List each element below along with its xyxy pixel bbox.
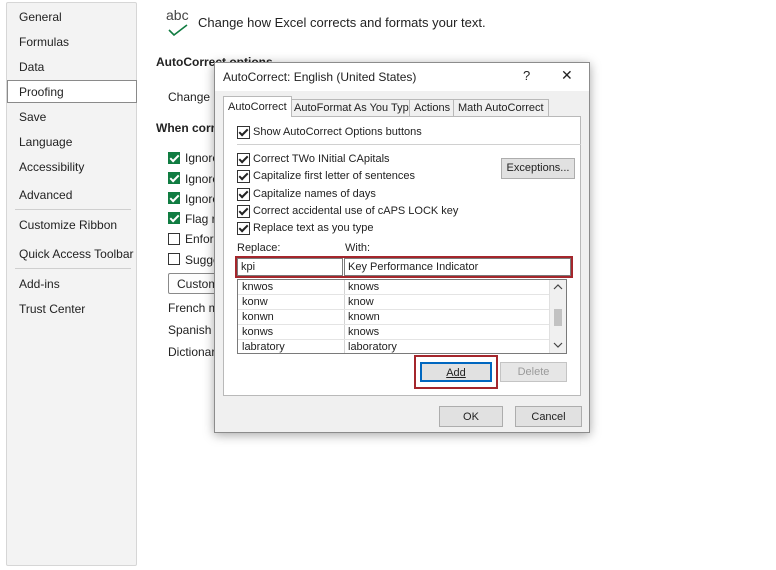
correct-two-initials-checkbox[interactable] [237, 153, 250, 166]
capitalize-sentences-label: Capitalize first letter of sentences [253, 170, 416, 182]
replace-with-highlight [235, 256, 573, 278]
option-checkbox[interactable] [168, 212, 180, 224]
list-item-with: know [348, 296, 374, 308]
tab-actions[interactable]: Actions [409, 99, 456, 116]
list-item-replace: konwn [242, 311, 274, 323]
replace-label: Replace: [237, 242, 281, 254]
tab-autoformat[interactable]: AutoFormat As You Type [289, 99, 420, 116]
close-icon[interactable]: ✕ [561, 67, 573, 84]
autocorrect-entries-list[interactable]: knwos knows konw know konwn known konws know… [237, 279, 567, 354]
chevron-up-icon[interactable] [553, 283, 563, 290]
add-button-highlight [414, 355, 498, 389]
list-item[interactable]: knwos knows [238, 280, 550, 295]
list-item[interactable]: konw know [238, 295, 550, 310]
nav-item-advanced[interactable]: Advanced [19, 188, 72, 202]
tab-math-autocorrect[interactable]: Math AutoCorrect [453, 99, 549, 116]
checkmark-icon [168, 24, 188, 36]
nav-item-trust-center[interactable]: Trust Center [19, 302, 85, 316]
nav-item-language[interactable]: Language [19, 135, 72, 149]
options-nav: General Formulas Data Proofing Save Lang… [6, 2, 137, 566]
separator [237, 144, 581, 145]
nav-item-formulas[interactable]: Formulas [19, 35, 69, 49]
list-item-replace: konw [242, 296, 268, 308]
caps-lock-label: Correct accidental use of cAPS LOCK key [253, 205, 459, 217]
option-checkbox[interactable] [168, 192, 180, 204]
page-header: Change how Excel corrects and formats yo… [198, 15, 486, 30]
cancel-button[interactable]: Cancel [515, 406, 582, 427]
tab-autocorrect[interactable]: AutoCorrect [223, 96, 292, 117]
option-checkbox[interactable] [168, 233, 180, 245]
option-checkbox[interactable] [168, 253, 180, 265]
show-options-checkbox[interactable] [237, 126, 250, 139]
list-item[interactable]: labratory laboratory [238, 340, 550, 353]
caps-lock-checkbox[interactable] [237, 205, 250, 218]
nav-divider [15, 268, 131, 269]
list-item-replace: knwos [242, 281, 274, 293]
when-correcting-title: When corre [156, 121, 223, 135]
nav-item-data[interactable]: Data [19, 60, 44, 74]
abc-icon: abc [166, 7, 189, 23]
ok-button[interactable]: OK [439, 406, 503, 427]
list-item-with: knows [348, 326, 380, 338]
nav-item-add-ins[interactable]: Add-ins [19, 277, 60, 291]
list-item[interactable]: konws knows [238, 325, 550, 340]
replace-text-label: Replace text as you type [253, 222, 374, 234]
nav-item-general[interactable]: General [19, 10, 62, 24]
replace-text-checkbox[interactable] [237, 222, 250, 235]
capitalize-sentences-checkbox[interactable] [237, 170, 250, 183]
nav-item-accessibility[interactable]: Accessibility [19, 160, 84, 174]
list-scrollbar[interactable] [549, 280, 566, 353]
option-checkbox[interactable] [168, 172, 180, 184]
scrollbar-thumb[interactable] [554, 309, 562, 326]
capitalize-days-label: Capitalize names of days [253, 188, 376, 200]
with-label: With: [345, 242, 371, 254]
show-options-label: Show AutoCorrect Options buttons [253, 126, 422, 138]
list-item-with: laboratory [348, 341, 397, 353]
nav-item-save[interactable]: Save [19, 110, 46, 124]
capitalize-days-checkbox[interactable] [237, 188, 250, 201]
nav-item-quick-access-toolbar[interactable]: Quick Access Toolbar [19, 247, 134, 261]
list-item-replace: labratory [242, 341, 285, 353]
list-item-replace: konws [242, 326, 274, 338]
dialog-title: AutoCorrect: English (United States) [223, 70, 417, 84]
option-checkbox[interactable] [168, 152, 180, 164]
nav-item-proofing[interactable]: Proofing [19, 85, 64, 99]
delete-button[interactable]: Delete [500, 362, 567, 382]
french-modes-label: French m [168, 301, 219, 315]
list-item-with: known [348, 311, 380, 323]
nav-item-customize-ribbon[interactable]: Customize Ribbon [19, 218, 117, 232]
list-item[interactable]: konwn known [238, 310, 550, 325]
custom-button-label: Custom [177, 277, 219, 291]
change-how-label: Change h [168, 90, 221, 104]
chevron-down-icon[interactable] [553, 342, 563, 349]
correct-two-initials-label: Correct TWo INitial CApitals [253, 153, 390, 165]
autocorrect-dialog: AutoCorrect: English (United States) ? ✕… [214, 62, 590, 433]
exceptions-button[interactable]: Exceptions... [501, 158, 575, 179]
help-icon[interactable]: ? [523, 68, 530, 83]
list-item-with: knows [348, 281, 380, 293]
nav-divider [15, 209, 131, 210]
